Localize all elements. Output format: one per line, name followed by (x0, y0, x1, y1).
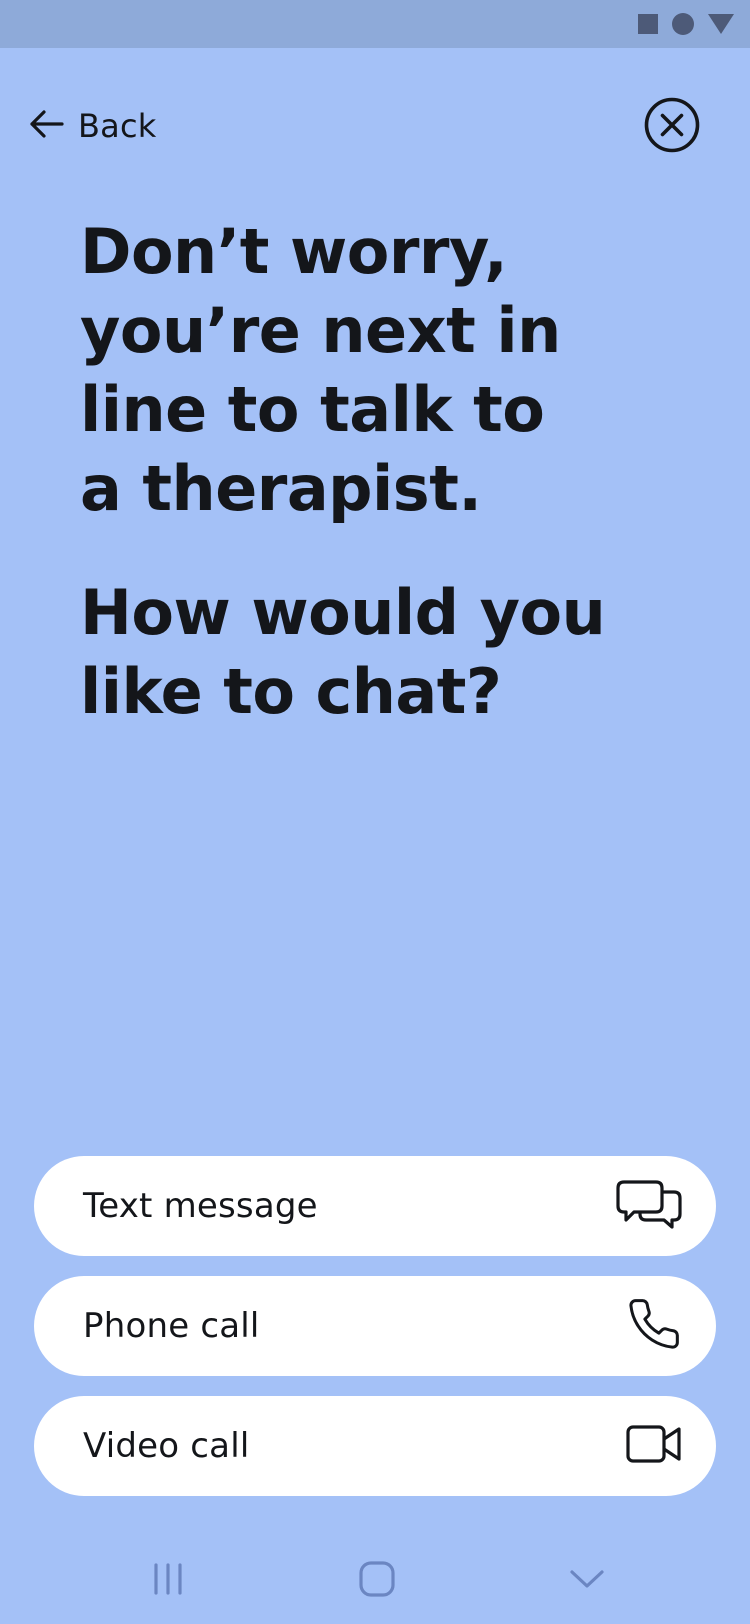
chevron-down-icon (570, 1570, 604, 1588)
recent-apps-button[interactable] (138, 1554, 198, 1604)
back-label: Back (78, 107, 157, 145)
collapse-button[interactable] (557, 1554, 617, 1604)
headline-line: a therapist. (80, 452, 482, 525)
video-camera-icon (626, 1424, 682, 1468)
question-line: like to chat? (80, 655, 502, 728)
page-title: Don’t worry, you’re next in line to talk… (80, 212, 640, 528)
system-nav-bar (0, 1540, 750, 1624)
close-button[interactable] (644, 97, 700, 153)
square-status-icon (638, 14, 658, 34)
headline-line: Don’t worry, (80, 215, 508, 288)
option-label: Phone call (83, 1306, 260, 1346)
phone-call-button[interactable]: Phone call (34, 1276, 716, 1376)
home-icon (359, 1561, 395, 1597)
chat-bubbles-icon (616, 1178, 682, 1234)
phone-icon (626, 1296, 682, 1356)
circle-status-icon (672, 13, 694, 35)
recent-apps-icon (154, 1563, 182, 1595)
headline-line: you’re next in (80, 294, 561, 367)
arrow-left-icon (28, 109, 64, 143)
option-label: Text message (83, 1186, 318, 1226)
home-button[interactable] (347, 1554, 407, 1604)
headline-line: line to talk to (80, 373, 545, 446)
status-bar (0, 0, 750, 48)
signal-triangle-icon (708, 14, 734, 34)
chat-method-question: How would you like to chat? (80, 573, 640, 731)
video-call-button[interactable]: Video call (34, 1396, 716, 1496)
option-label: Video call (83, 1426, 250, 1466)
status-icons (638, 13, 734, 35)
close-circle-icon (644, 97, 700, 153)
text-message-button[interactable]: Text message (34, 1156, 716, 1256)
back-button[interactable]: Back (28, 104, 157, 148)
question-line: How would you (80, 576, 606, 649)
